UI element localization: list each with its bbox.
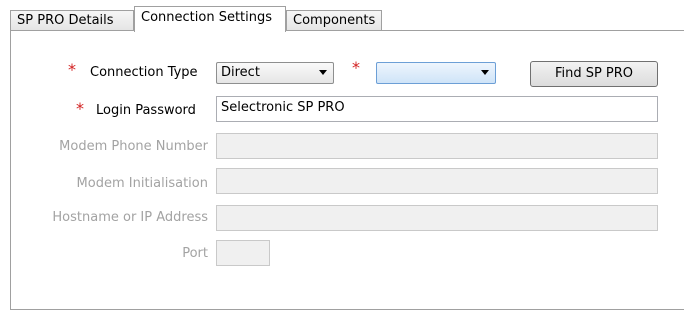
port-select[interactable]	[376, 62, 496, 84]
chevron-down-icon	[481, 70, 489, 75]
connection-type-value: Direct	[221, 65, 260, 80]
modem-init-label: Modem Initialisation	[76, 176, 208, 191]
modem-phone-label: Modem Phone Number	[59, 139, 208, 154]
chevron-down-icon	[319, 70, 327, 75]
tab-sp-pro-details[interactable]: SP PRO Details	[10, 10, 134, 31]
connection-type-select[interactable]: Direct	[216, 62, 334, 84]
modem-phone-field[interactable]	[216, 133, 658, 159]
modem-init-field[interactable]	[216, 168, 658, 194]
tab-connection-settings[interactable]: Connection Settings	[134, 6, 286, 32]
connection-type-label: Connection Type	[90, 65, 198, 80]
hostname-label: Hostname or IP Address	[52, 210, 208, 225]
required-marker: *	[352, 58, 360, 77]
tab-components[interactable]: Components	[286, 10, 382, 31]
required-marker: *	[76, 99, 84, 118]
hostname-field[interactable]	[216, 205, 658, 231]
login-password-label: Login Password	[96, 103, 196, 118]
login-password-field[interactable]: Selectronic SP PRO	[216, 96, 658, 122]
port-field[interactable]	[216, 240, 270, 266]
find-sp-pro-button[interactable]: Find SP PRO	[530, 61, 658, 87]
port-label: Port	[182, 246, 208, 261]
required-marker: *	[68, 60, 76, 79]
